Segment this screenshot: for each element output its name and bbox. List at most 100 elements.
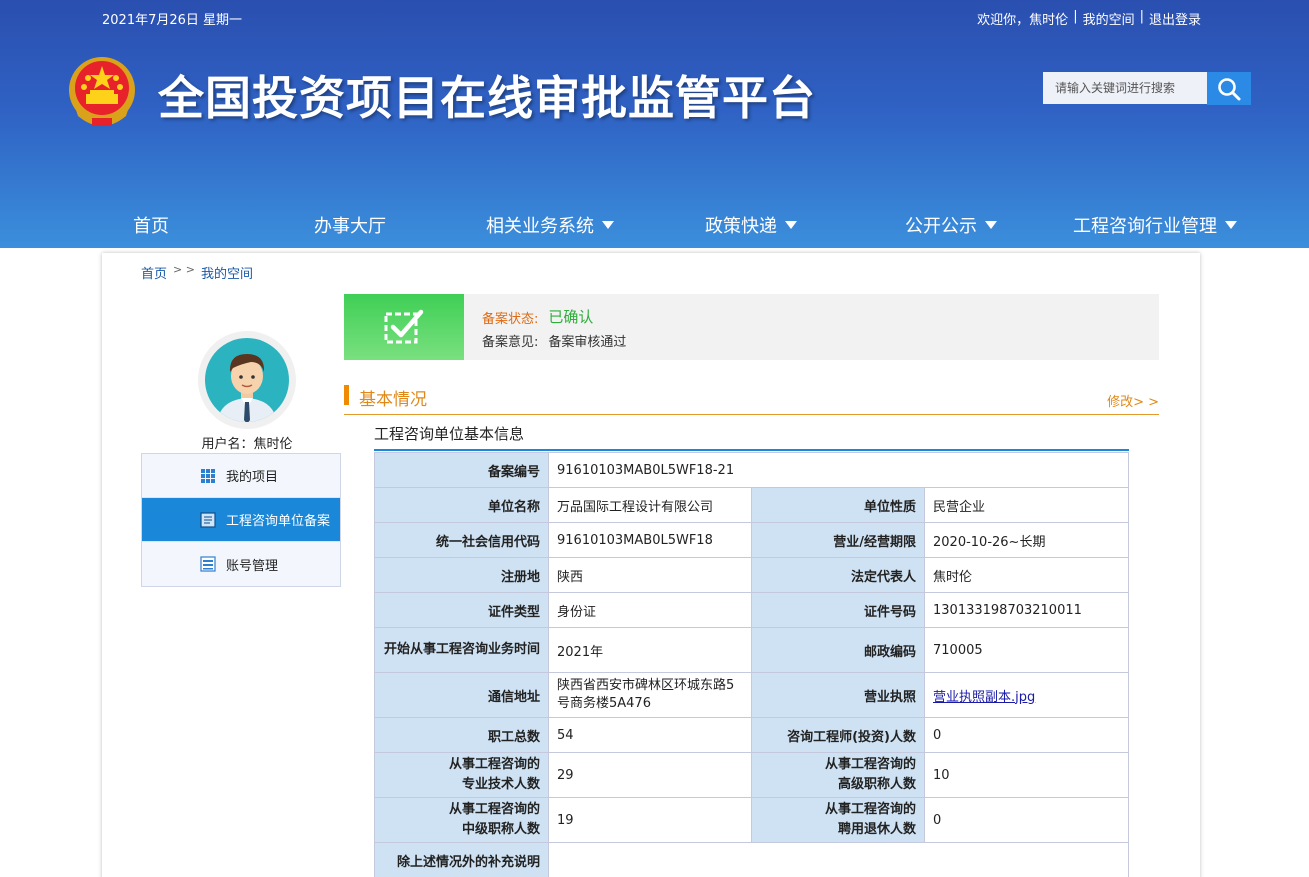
table-row: 除上述情况外的补充说明 <box>374 842 1130 877</box>
national-emblem-icon <box>69 57 135 126</box>
chevron-down-icon <box>602 221 614 229</box>
table-key: 从事工程咨询的高级职称人数 <box>751 752 925 798</box>
status-icon-area <box>344 294 464 360</box>
table-key: 咨询工程师(投资)人数 <box>751 717 925 753</box>
separator: | <box>1073 9 1078 24</box>
table-row: 从事工程咨询的 中级职称人数 19 从事工程咨询的 聘用退休人数 0 <box>374 797 1130 843</box>
table-row: 单位名称 万品国际工程设计有限公司 单位性质 民营企业 <box>374 487 1130 523</box>
nav-home[interactable]: 首页 <box>133 212 169 238</box>
nav-label: 工程咨询行业管理 <box>1073 216 1217 237</box>
table-key: 证件号码 <box>751 592 925 628</box>
status-row: 备案状态: 已确认 <box>482 308 593 327</box>
table-row: 从事工程咨询的专业技术人数 29 从事工程咨询的高级职称人数 10 <box>374 752 1130 798</box>
grid-icon <box>201 468 215 483</box>
chevron-down-icon <box>1225 221 1237 229</box>
record-status-box: 备案状态: 已确认 备案意见: 备案审核通过 <box>344 294 1159 360</box>
main-nav: 首页 办事大厅 相关业务系统 政策快递 公开公示 工程咨询行业管理 <box>0 212 1309 242</box>
table-value: 0 <box>923 717 1130 753</box>
table-value: 民营企业 <box>923 487 1130 523</box>
key-line: 从事工程咨询的 <box>824 802 916 817</box>
search-input[interactable]: 请输入关键词进行搜索 <box>1043 72 1207 104</box>
opinion-value: 备案审核通过 <box>548 335 627 350</box>
license-file-link[interactable]: 营业执照副本.jpg <box>933 690 1035 705</box>
side-item-consulting-registration[interactable]: 工程咨询单位备案 <box>142 498 340 542</box>
table-key: 统一社会信用代码 <box>374 522 549 558</box>
side-item-label: 我的项目 <box>226 470 279 485</box>
table-key: 营业/经营期限 <box>751 522 925 558</box>
table-key: 备案编号 <box>374 452 549 488</box>
nav-related-systems[interactable]: 相关业务系统 <box>486 212 614 238</box>
breadcrumb-home[interactable]: 首页 <box>141 263 167 282</box>
my-space-link[interactable]: 我的空间 <box>1083 9 1135 28</box>
nav-public-notice[interactable]: 公开公示 <box>905 212 997 238</box>
key-line: 高级职称人数 <box>837 777 916 792</box>
basic-info-section-header: 基本情况 修改> > <box>344 383 1159 415</box>
table-value: 130133198703210011 <box>923 592 1130 628</box>
chevron-down-icon <box>985 221 997 229</box>
nav-label: 政策快递 <box>705 216 777 237</box>
table-value: 焦时伦 <box>923 557 1130 593</box>
breadcrumb-arrow: > > <box>173 263 195 276</box>
status-label: 备案状态: <box>482 312 539 327</box>
nav-label: 办事大厅 <box>314 216 386 237</box>
section-title: 基本情况 <box>359 390 427 410</box>
side-item-my-projects[interactable]: 我的项目 <box>142 454 340 498</box>
subsection-title: 工程咨询单位基本信息 <box>374 423 1129 451</box>
table-value: 91610103MAB0L5WF18 <box>548 522 752 558</box>
edit-link[interactable]: 修改> > <box>1107 391 1159 410</box>
table-value: 万品国际工程设计有限公司 <box>548 487 752 523</box>
table-row: 证件类型 身份证 证件号码 130133198703210011 <box>374 592 1130 628</box>
nav-label: 首页 <box>133 216 169 237</box>
opinion-label: 备案意见: <box>482 335 539 350</box>
side-item-account-management[interactable]: 账号管理 <box>142 542 340 586</box>
table-value: 54 <box>548 717 752 753</box>
table-value: 710005 <box>923 627 1130 673</box>
table-key: 开始从事工程咨询业务时间 <box>374 627 549 673</box>
nav-consulting-management[interactable]: 工程咨询行业管理 <box>1073 212 1237 238</box>
table-key: 通信地址 <box>374 672 549 718</box>
site-title: 全国投资项目在线审批监管平台 <box>158 71 816 125</box>
table-row: 通信地址 陕西省西安市碑林区环城东路5号商务楼5A476 营业执照 营业执照副本… <box>374 672 1130 718</box>
table-key: 法定代表人 <box>751 557 925 593</box>
checkbox-checked-icon <box>384 309 424 344</box>
nav-label: 公开公示 <box>905 216 977 237</box>
table-row: 备案编号 91610103MAB0L5WF18-21 <box>374 452 1130 488</box>
table-value: 2020-10-26~长期 <box>923 522 1130 558</box>
side-item-label: 工程咨询单位备案 <box>226 514 331 529</box>
logout-link[interactable]: 退出登录 <box>1149 9 1201 28</box>
table-key: 营业执照 <box>751 672 925 718</box>
key-line: 从事工程咨询的 <box>824 757 916 772</box>
table-key: 注册地 <box>374 557 549 593</box>
document-icon <box>200 511 216 528</box>
search-button[interactable] <box>1207 72 1251 105</box>
key-line: 从事工程咨询的 <box>448 757 540 772</box>
table-key: 从事工程咨询的 中级职称人数 <box>374 797 549 843</box>
nav-policy[interactable]: 政策快递 <box>705 212 797 238</box>
table-key: 从事工程咨询的专业技术人数 <box>374 752 549 798</box>
opinion-row: 备案意见: 备案审核通过 <box>482 331 626 350</box>
breadcrumb-current[interactable]: 我的空间 <box>201 263 253 282</box>
separator: | <box>1139 9 1144 24</box>
table-value: 陕西省西安市碑林区环城东路5号商务楼5A476 <box>548 672 752 718</box>
user-links: 欢迎你，焦时伦 | 我的空间 | 退出登录 <box>977 9 1201 28</box>
table-value: 陕西 <box>548 557 752 593</box>
content-panel: 首页 > > 我的空间 用户名：焦时伦 我的项目 工程咨询单位备案 账号管理 备… <box>102 253 1200 877</box>
table-row: 开始从事工程咨询业务时间 2021年 邮政编码 710005 <box>374 627 1130 673</box>
table-value: 0 <box>923 797 1130 843</box>
key-line: 中级职称人数 <box>461 822 540 837</box>
table-key: 单位名称 <box>374 487 549 523</box>
table-value: 29 <box>548 752 752 798</box>
nav-service-hall[interactable]: 办事大厅 <box>314 212 386 238</box>
table-value: 身份证 <box>548 592 752 628</box>
side-item-label: 账号管理 <box>226 558 279 574</box>
username-label: 用户名：焦时伦 <box>201 437 293 452</box>
unit-info-table: 备案编号 91610103MAB0L5WF18-21 单位名称 万品国际工程设计… <box>374 452 1130 877</box>
breadcrumb: 首页 > > 我的空间 <box>141 263 253 282</box>
key-line: 专业技术人数 <box>461 777 540 792</box>
table-row: 统一社会信用代码 91610103MAB0L5WF18 营业/经营期限 2020… <box>374 522 1130 558</box>
chevron-down-icon <box>785 221 797 229</box>
table-value: 10 <box>923 752 1130 798</box>
table-value: 2021年 <box>548 627 752 673</box>
table-value: 营业执照副本.jpg <box>923 672 1130 718</box>
table-key: 除上述情况外的补充说明 <box>374 842 549 877</box>
